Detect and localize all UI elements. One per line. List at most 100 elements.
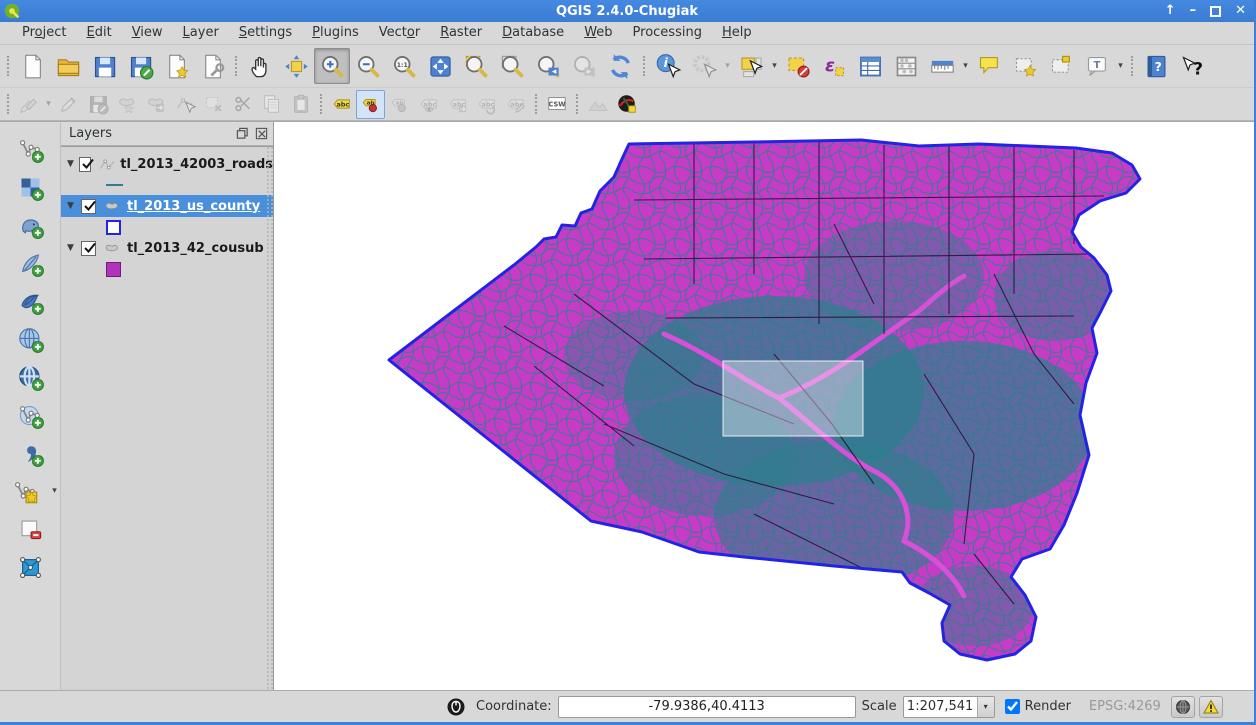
menu-help[interactable]: Help <box>712 22 762 44</box>
save-layer-edits-button <box>83 90 112 119</box>
close-button[interactable]: ✕ <box>1235 0 1246 22</box>
menu-edit[interactable]: Edit <box>77 22 122 44</box>
maximize-button[interactable] <box>1210 6 1221 17</box>
log-messages-button[interactable] <box>1199 696 1223 718</box>
save-project-as-icon <box>127 53 154 80</box>
pin-unpin-labels-button[interactable] <box>356 90 385 119</box>
menu-plugins[interactable]: Plugins <box>302 22 369 44</box>
zoom-last-button[interactable] <box>530 48 566 84</box>
open-attribute-table-button[interactable] <box>852 48 888 84</box>
run-feature-action-dropdown-icon[interactable]: ▾ <box>722 61 733 71</box>
zoom-full-button[interactable] <box>422 48 458 84</box>
expander-icon[interactable]: ▼ <box>67 159 79 169</box>
scale-dropdown-icon[interactable]: ▾ <box>977 697 994 717</box>
zoom-to-selection-button[interactable] <box>458 48 494 84</box>
close-panel-button[interactable] <box>254 126 269 141</box>
map-tips-button[interactable] <box>971 48 1007 84</box>
titlebar[interactable]: QGIS 2.4.0-Chugiak ↑ – ✕ <box>0 0 1254 22</box>
qgis-window: QGIS 2.4.0-Chugiak ↑ – ✕ ProjectEditView… <box>0 0 1256 725</box>
metasearch-csw-button[interactable] <box>542 90 571 119</box>
add-wcs-layer-button[interactable] <box>12 359 48 395</box>
add-delimited-text-layer-button[interactable] <box>12 435 48 471</box>
layer-item-tl_2013_42003_roads[interactable]: ▼tl_2013_42003_roads <box>61 153 273 175</box>
current-edits-dropdown-icon[interactable]: ▾ <box>43 99 54 109</box>
add-spatialite-layer-button[interactable] <box>12 245 48 281</box>
whats-this-icon <box>1179 53 1206 80</box>
new-shapefile-layer-dropdown-icon[interactable]: ▾ <box>49 486 60 496</box>
zoom-to-layer-button[interactable] <box>494 48 530 84</box>
select-features-button[interactable] <box>733 48 769 84</box>
float-panel-button[interactable] <box>235 126 250 141</box>
menu-vector[interactable]: Vector <box>369 22 430 44</box>
add-wfs-layer-button[interactable] <box>12 397 48 433</box>
menu-project[interactable]: Project <box>12 22 77 44</box>
select-features-dropdown-icon[interactable]: ▾ <box>769 61 780 71</box>
legend-swatch <box>106 220 121 235</box>
deselect-features-icon <box>785 53 812 80</box>
layer-labeling-options-button[interactable] <box>327 90 356 119</box>
crs-status-button[interactable] <box>1171 696 1195 718</box>
new-project-button[interactable] <box>14 48 50 84</box>
field-calculator-button[interactable] <box>888 48 924 84</box>
text-annotation-dropdown-icon[interactable]: ▾ <box>1115 61 1126 71</box>
menu-raster[interactable]: Raster <box>430 22 492 44</box>
save-layer-edits-icon <box>87 93 109 115</box>
zoom-in-button[interactable] <box>314 48 350 84</box>
measure-line-button[interactable] <box>924 48 960 84</box>
save-project-as-button[interactable] <box>122 48 158 84</box>
layer-item-tl_2013_42_cousub[interactable]: ▼tl_2013_42_cousub <box>61 237 273 259</box>
add-postgis-layer-icon <box>17 212 44 239</box>
open-project-button[interactable] <box>50 48 86 84</box>
add-postgis-layer-button[interactable] <box>12 207 48 243</box>
expander-icon[interactable]: ▼ <box>67 201 81 211</box>
remove-layer-button[interactable] <box>12 511 48 547</box>
layer-visibility-checkbox[interactable] <box>79 157 92 172</box>
new-shapefile-layer-button[interactable] <box>8 473 44 509</box>
polygon-geometry-icon <box>103 240 123 256</box>
globe-plugin-button[interactable] <box>612 90 641 119</box>
layer-visibility-checkbox[interactable] <box>81 241 96 256</box>
new-print-composer-button[interactable] <box>158 48 194 84</box>
menu-processing[interactable]: Processing <box>623 22 712 44</box>
new-bookmark-button[interactable] <box>1007 48 1043 84</box>
add-raster-layer-button[interactable] <box>12 169 48 205</box>
add-vector-layer-button[interactable] <box>12 131 48 167</box>
coordinate-input[interactable] <box>558 696 856 718</box>
expander-icon[interactable]: ▼ <box>67 243 81 253</box>
layer-item-tl_2013_us_county[interactable]: ▼tl_2013_us_county <box>61 195 273 217</box>
select-by-expression-button[interactable] <box>816 48 852 84</box>
show-bookmarks-button[interactable] <box>1043 48 1079 84</box>
pan-map-to-selection-icon <box>283 53 310 80</box>
zoom-out-button[interactable] <box>350 48 386 84</box>
zoom-native-button[interactable] <box>386 48 422 84</box>
measure-line-dropdown-icon[interactable]: ▾ <box>960 61 971 71</box>
layer-visibility-checkbox[interactable] <box>81 199 96 214</box>
deselect-features-button[interactable] <box>780 48 816 84</box>
render-checkbox[interactable] <box>1005 699 1020 714</box>
menu-view[interactable]: View <box>122 22 173 44</box>
menu-database[interactable]: Database <box>492 22 574 44</box>
scale-combobox[interactable]: 1:207,541 ▾ <box>903 696 995 718</box>
menu-layer[interactable]: Layer <box>173 22 229 44</box>
add-wms-layer-button[interactable] <box>12 321 48 357</box>
whats-this-button[interactable] <box>1174 48 1210 84</box>
refresh-map-button[interactable] <box>602 48 638 84</box>
composer-manager-button[interactable] <box>194 48 230 84</box>
add-vector-layer-icon <box>17 136 44 163</box>
menu-settings[interactable]: Settings <box>229 22 302 44</box>
identify-features-button[interactable] <box>650 48 686 84</box>
polygon-nodes-tool-button[interactable] <box>12 549 48 585</box>
pan-map-button[interactable] <box>242 48 278 84</box>
text-annotation-icon <box>1084 53 1111 80</box>
save-project-button[interactable] <box>86 48 122 84</box>
menu-web[interactable]: Web <box>574 22 622 44</box>
text-annotation-button[interactable] <box>1079 48 1115 84</box>
minimize-button[interactable]: – <box>1190 0 1197 22</box>
shade-button[interactable]: ↑ <box>1165 0 1176 22</box>
help-contents-button[interactable] <box>1138 48 1174 84</box>
panel-scrollbar[interactable] <box>266 146 273 690</box>
pan-map-to-selection-button[interactable] <box>278 48 314 84</box>
qgis-logo-icon <box>3 2 21 20</box>
map-canvas[interactable] <box>273 122 1254 690</box>
add-mssql-layer-button[interactable] <box>12 283 48 319</box>
